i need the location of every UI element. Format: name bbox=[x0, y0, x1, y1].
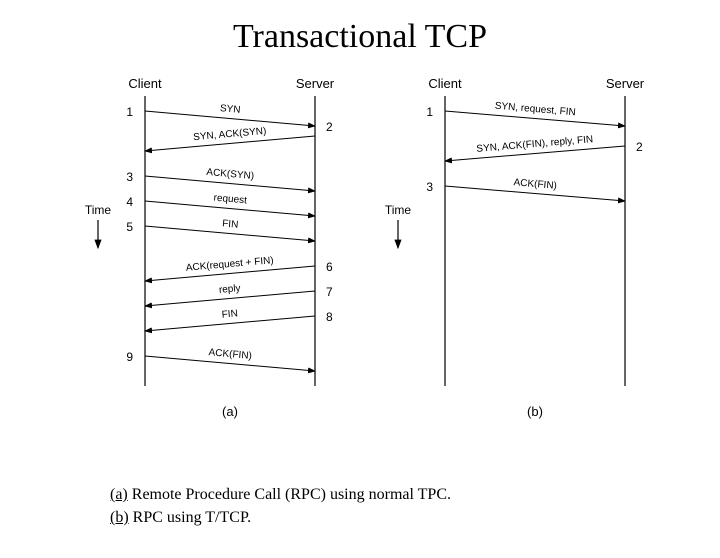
caption-key-b: (b) bbox=[110, 509, 129, 526]
role-client-b: Client bbox=[428, 76, 462, 91]
msg-b-3: ACK(FIN) bbox=[513, 177, 557, 192]
msg-a-2: SYN, ACK(SYN) bbox=[193, 126, 267, 143]
msg-a-3: ACK(SYN) bbox=[206, 167, 255, 182]
caption-text-a: Remote Procedure Call (RPC) using normal… bbox=[128, 486, 451, 503]
msg-a-5: FIN bbox=[222, 218, 239, 230]
role-server-b: Server bbox=[606, 76, 645, 91]
tick-b-s-2: 2 bbox=[636, 140, 643, 154]
caption-text-b: RPC using T/TCP. bbox=[129, 509, 251, 526]
tick-a-s-7: 7 bbox=[326, 285, 333, 299]
sublabel-a: (a) bbox=[222, 404, 238, 419]
tick-a-c-1: 1 bbox=[126, 105, 133, 119]
sequence-diagrams: Client Server Time SYN 1 2 SYN, ACK(SYN)… bbox=[0, 66, 720, 436]
role-client-a: Client bbox=[128, 76, 162, 91]
tick-a-c-5: 5 bbox=[126, 220, 133, 234]
caption-key-a: (a) bbox=[110, 486, 128, 503]
msg-a-1: SYN bbox=[219, 103, 240, 116]
time-label-b: Time bbox=[385, 203, 412, 217]
page-title: Transactional TCP bbox=[0, 18, 720, 56]
diagram-a: Client Server Time SYN 1 2 SYN, ACK(SYN)… bbox=[85, 76, 335, 419]
tick-a-s-2: 2 bbox=[326, 120, 333, 134]
tick-a-c-4: 4 bbox=[126, 195, 133, 209]
tick-a-c-9: 9 bbox=[126, 350, 133, 364]
tick-a-s-8: 8 bbox=[326, 310, 333, 324]
msg-a-8: FIN bbox=[221, 308, 238, 320]
msg-b-2: SYN, ACK(FIN), reply, FIN bbox=[476, 134, 594, 155]
diagram-b: Client Server Time SYN, request, FIN 1 S… bbox=[385, 76, 645, 419]
sublabel-b: (b) bbox=[527, 404, 543, 419]
tick-b-c-1: 1 bbox=[426, 105, 433, 119]
tick-b-c-3: 3 bbox=[426, 180, 433, 194]
tick-a-s-6: 6 bbox=[326, 260, 333, 274]
msg-a-7: reply bbox=[219, 283, 242, 296]
tick-a-c-3: 3 bbox=[126, 170, 133, 184]
caption: (a) Remote Procedure Call (RPC) using no… bbox=[110, 483, 451, 529]
role-server-a: Server bbox=[296, 76, 335, 91]
time-label-a: Time bbox=[85, 203, 112, 217]
msg-a-4: request bbox=[213, 193, 247, 207]
msg-a-9: ACK(FIN) bbox=[208, 347, 252, 362]
